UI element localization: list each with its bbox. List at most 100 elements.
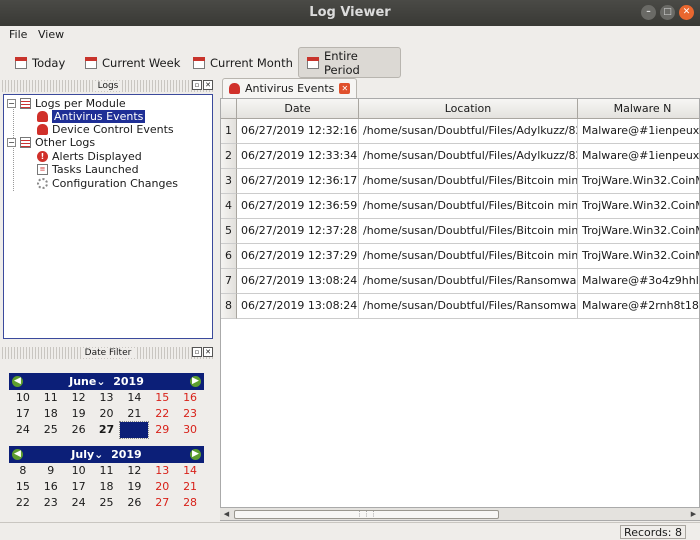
day-cell[interactable]: 12 — [120, 463, 148, 479]
day-cell[interactable]: 19 — [65, 406, 93, 422]
day-cell[interactable]: 14 — [176, 463, 204, 479]
location-cell[interactable]: /home/susan/Doubtful/Files/Adylkuzz/82..… — [359, 119, 578, 144]
day-cell[interactable]: 17 — [65, 479, 93, 495]
date-cell[interactable]: 06/27/2019 13:08:24 — [237, 269, 359, 294]
day-cell[interactable]: 13 — [148, 463, 176, 479]
location-cell[interactable]: /home/susan/Doubtful/Files/Bitcoin mine.… — [359, 244, 578, 269]
day-cell[interactable]: 15 — [148, 390, 176, 406]
day-cell[interactable]: 16 — [176, 390, 204, 406]
tree-logs-per-module[interactable]: − Logs per Module — [7, 97, 126, 110]
day-cell[interactable]: 22 — [148, 406, 176, 422]
day-cell[interactable]: 8 — [9, 463, 37, 479]
day-cell[interactable]: 14 — [120, 390, 148, 406]
next-month-icon[interactable]: ▶ — [189, 376, 201, 387]
collapse-icon[interactable]: − — [7, 99, 16, 108]
current-week-button[interactable]: Current Week — [76, 47, 189, 78]
date-cell[interactable]: 06/27/2019 12:32:16 — [237, 119, 359, 144]
year[interactable]: 2019 — [111, 448, 142, 461]
day-cell[interactable]: 10 — [9, 390, 37, 406]
location-cell[interactable]: /home/susan/Doubtful/Files/Ransomware... — [359, 269, 578, 294]
table-row[interactable]: 1 06/27/2019 12:32:16/home/susan/Doubtful… — [221, 119, 699, 144]
row-number[interactable]: 5 — [221, 219, 237, 244]
date-cell[interactable]: 06/27/2019 12:36:17 — [237, 169, 359, 194]
date-cell[interactable]: 06/27/2019 12:33:34 — [237, 144, 359, 169]
today-button[interactable]: Today — [6, 47, 74, 78]
day-cell[interactable]: 16 — [37, 479, 65, 495]
row-number[interactable]: 8 — [221, 294, 237, 319]
day-cell[interactable]: 21 — [120, 406, 148, 422]
close-pane-icon[interactable]: ✕ — [203, 80, 213, 90]
scroll-left-icon[interactable]: ◀ — [221, 509, 232, 520]
corner-cell[interactable] — [221, 99, 237, 119]
tree-tasks-launched[interactable]: ≡ Tasks Launched — [37, 163, 139, 176]
day-cell[interactable]: 24 — [9, 422, 37, 438]
menu-file[interactable]: File — [9, 28, 27, 41]
row-number[interactable]: 6 — [221, 244, 237, 269]
location-cell[interactable]: /home/susan/Doubtful/Files/Bitcoin mine.… — [359, 194, 578, 219]
tree-configuration-changes[interactable]: Configuration Changes — [37, 177, 178, 190]
column-header-date[interactable]: Date — [237, 99, 359, 119]
day-cell[interactable]: 11 — [37, 390, 65, 406]
row-number[interactable]: 3 — [221, 169, 237, 194]
next-month-icon[interactable]: ▶ — [189, 449, 201, 460]
day-cell[interactable]: 19 — [120, 479, 148, 495]
day-cell[interactable]: 30 — [176, 422, 204, 438]
day-cell[interactable]: 25 — [37, 422, 65, 438]
row-number[interactable]: 7 — [221, 269, 237, 294]
tree-device-control-events[interactable]: Device Control Events — [37, 123, 174, 136]
row-number[interactable]: 1 — [221, 119, 237, 144]
day-cell[interactable]: 9 — [37, 463, 65, 479]
location-cell[interactable]: /home/susan/Doubtful/Files/Bitcoin mine.… — [359, 169, 578, 194]
float-pane-icon[interactable]: ▫ — [192, 347, 202, 357]
tree-other-logs[interactable]: − Other Logs — [7, 136, 95, 149]
current-month-button[interactable]: Current Month — [184, 47, 302, 78]
malware-cell[interactable]: TrojWare.Win32.CoinMi — [578, 194, 699, 219]
year[interactable]: 2019 — [113, 375, 144, 388]
column-header-location[interactable]: Location — [359, 99, 578, 119]
day-cell[interactable]: 23 — [176, 406, 204, 422]
table-row[interactable]: 4 06/27/2019 12:36:59/home/susan/Doubtful… — [221, 194, 699, 219]
float-pane-icon[interactable]: ▫ — [192, 80, 202, 90]
location-cell[interactable]: /home/susan/Doubtful/Files/Ransomware... — [359, 294, 578, 319]
tab-antivirus-events[interactable]: Antivirus Events ✕ — [222, 78, 358, 98]
minimize-icon[interactable]: – — [641, 5, 656, 20]
table-row[interactable]: 6 06/27/2019 12:37:29/home/susan/Doubtful… — [221, 244, 699, 269]
date-cell[interactable]: 06/27/2019 12:37:29 — [237, 244, 359, 269]
malware-cell[interactable]: Malware@#3o4z9hhlvr — [578, 269, 699, 294]
menu-view[interactable]: View — [38, 28, 64, 41]
day-cell[interactable]: 23 — [37, 495, 65, 511]
close-pane-icon[interactable]: ✕ — [203, 347, 213, 357]
table-row[interactable]: 2 06/27/2019 12:33:34/home/susan/Doubtful… — [221, 144, 699, 169]
selected-day-cell[interactable]: 28 — [119, 421, 150, 439]
date-cell[interactable]: 06/27/2019 13:08:24 — [237, 294, 359, 319]
day-cell[interactable]: 17 — [9, 406, 37, 422]
maximize-icon[interactable]: □ — [660, 5, 675, 20]
day-cell[interactable]: 25 — [93, 495, 121, 511]
table-row[interactable]: 7 06/27/2019 13:08:24/home/susan/Doubtful… — [221, 269, 699, 294]
day-cell[interactable]: 26 — [120, 495, 148, 511]
tree-alerts-displayed[interactable]: ! Alerts Displayed — [37, 150, 142, 163]
malware-cell[interactable]: Malware@#1ienpeuxrv — [578, 144, 699, 169]
day-cell[interactable]: 12 — [65, 390, 93, 406]
malware-cell[interactable]: TrojWare.Win32.CoinMi — [578, 169, 699, 194]
malware-cell[interactable]: TrojWare.Win32.CoinMi — [578, 244, 699, 269]
today-day-cell[interactable]: 27 — [93, 422, 121, 438]
month-name[interactable]: June — [69, 375, 96, 388]
date-cell[interactable]: 06/27/2019 12:37:28 — [237, 219, 359, 244]
day-cell[interactable]: 11 — [93, 463, 121, 479]
day-cell[interactable]: 20 — [93, 406, 121, 422]
scroll-right-icon[interactable]: ▶ — [688, 509, 699, 520]
row-number[interactable]: 2 — [221, 144, 237, 169]
day-cell[interactable]: 13 — [93, 390, 121, 406]
previous-month-icon[interactable]: ◀ — [12, 376, 23, 387]
location-cell[interactable]: /home/susan/Doubtful/Files/Bitcoin mine.… — [359, 219, 578, 244]
day-cell[interactable]: 28 — [176, 495, 204, 511]
previous-month-icon[interactable]: ◀ — [12, 449, 23, 460]
day-cell[interactable]: 27 — [148, 495, 176, 511]
column-header-malware[interactable]: Malware N — [578, 99, 699, 119]
malware-cell[interactable]: Malware@#2rnh8t18of — [578, 294, 699, 319]
malware-cell[interactable]: TrojWare.Win32.CoinMi — [578, 219, 699, 244]
entire-period-button[interactable]: Entire Period — [298, 47, 401, 78]
table-row[interactable]: 8 06/27/2019 13:08:24/home/susan/Doubtful… — [221, 294, 699, 319]
table-row[interactable]: 5 06/27/2019 12:37:28/home/susan/Doubtful… — [221, 219, 699, 244]
